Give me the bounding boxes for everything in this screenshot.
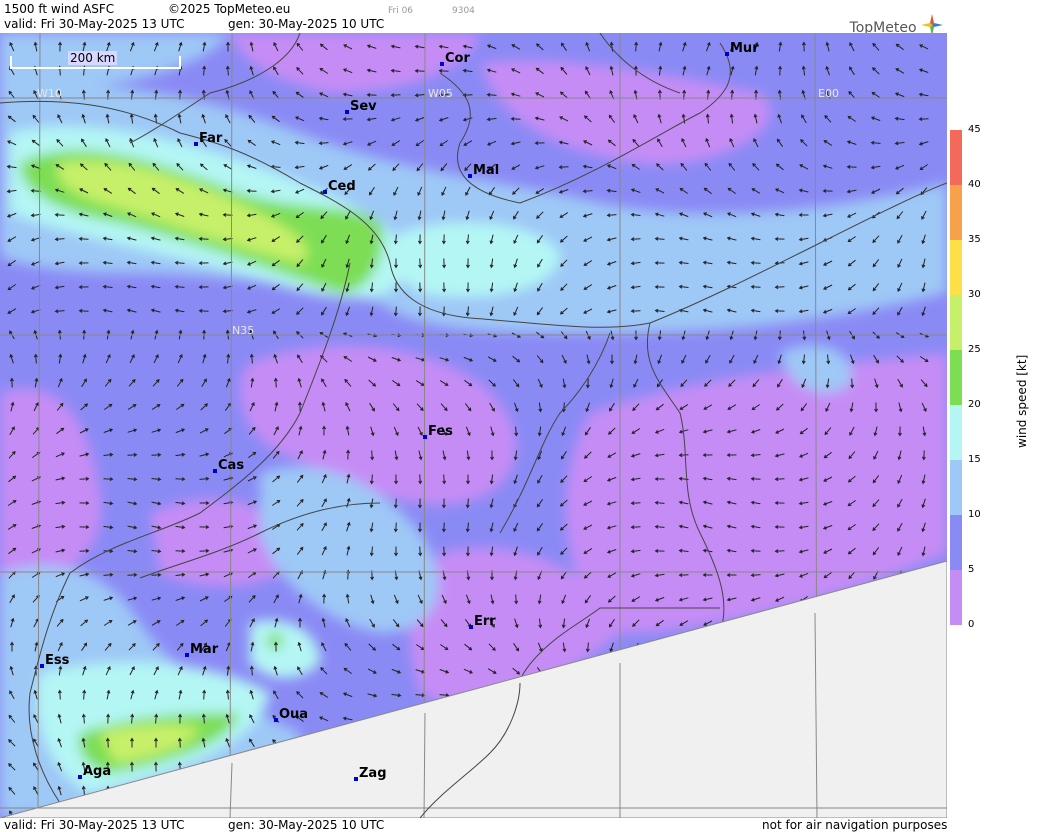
legend-swatch (950, 240, 962, 295)
legend-tick: 5 (968, 564, 975, 575)
city-label-oua: Oua (279, 707, 308, 722)
city-label-far: Far (199, 131, 223, 146)
footer-note: not for air navigation purposes (762, 818, 948, 832)
legend-tick: 20 (968, 399, 981, 410)
city-marker-zag (354, 777, 358, 781)
legend-tick: 35 (968, 234, 981, 245)
copyright: ©2025 TopMeteo.eu (168, 2, 291, 16)
scale-label: 200 km (68, 51, 118, 65)
city-marker-err (469, 625, 473, 629)
city-label-err: Err (474, 614, 496, 629)
city-marker-sev (345, 110, 349, 114)
grid-label-w05: W05 (428, 87, 453, 100)
city-marker-ess (40, 664, 44, 668)
footer-valid: valid: Fri 30-May-2025 13 UTC (4, 818, 185, 832)
city-label-cas: Cas (218, 458, 244, 473)
legend-swatch (950, 515, 962, 570)
wind-map[interactable]: W10 W05 E00 N35 Cor Mur Sev Far Mal Ced … (0, 33, 947, 818)
grid-label-n35: N35 (232, 324, 254, 337)
city-label-aga: Aga (83, 764, 111, 779)
city-marker-mal (468, 174, 472, 178)
city-label-cor: Cor (445, 51, 470, 66)
city-label-mur: Mur (730, 41, 759, 56)
legend-tick: 0 (968, 619, 975, 630)
run-code: 9304 (452, 6, 475, 16)
city-marker-cas (213, 469, 217, 473)
city-label-sev: Sev (350, 99, 377, 114)
legend-title: wind speed [kt] (1015, 354, 1029, 448)
city-label-mar: Mar (190, 642, 219, 657)
city-label-ced: Ced (328, 179, 356, 194)
product-title: 1500 ft wind ASFC (4, 2, 115, 16)
city-marker-far (194, 142, 198, 146)
legend-tick: 10 (968, 509, 981, 520)
city-marker-cor (440, 62, 444, 66)
city-marker-oua (274, 718, 278, 722)
city-marker-ced (323, 190, 327, 194)
legend-tick: 15 (968, 454, 981, 465)
city-marker-fes (423, 435, 427, 439)
valid-time: valid: Fri 30-May-2025 13 UTC (4, 17, 185, 31)
legend-swatch (950, 130, 962, 185)
legend-swatch (950, 460, 962, 515)
generated-time: gen: 30-May-2025 10 UTC (228, 17, 385, 31)
legend-tick: 45 (968, 124, 981, 135)
legend-tick: 25 (968, 344, 981, 355)
legend-colorbar (950, 130, 962, 625)
grid-label-e00: E00 (818, 87, 839, 100)
grid-label-w10: W10 (37, 87, 62, 100)
city-label-ess: Ess (45, 653, 70, 668)
footer-gen: gen: 30-May-2025 10 UTC (228, 818, 385, 832)
day-tag: Fri 06 (388, 6, 414, 16)
legend-swatch (950, 570, 962, 625)
legend-swatch (950, 405, 962, 460)
legend-swatch (950, 350, 962, 405)
city-marker-mar (185, 653, 189, 657)
city-marker-aga (78, 775, 82, 779)
city-label-fes: Fes (428, 424, 453, 439)
legend-tick: 30 (968, 289, 981, 300)
scale-bar: 200 km (10, 51, 181, 69)
legend-swatch (950, 185, 962, 240)
city-label-mal: Mal (473, 163, 499, 178)
city-marker-mur (725, 52, 729, 56)
legend-tick: 40 (968, 179, 981, 190)
legend-swatch (950, 295, 962, 350)
city-label-zag: Zag (359, 766, 387, 781)
